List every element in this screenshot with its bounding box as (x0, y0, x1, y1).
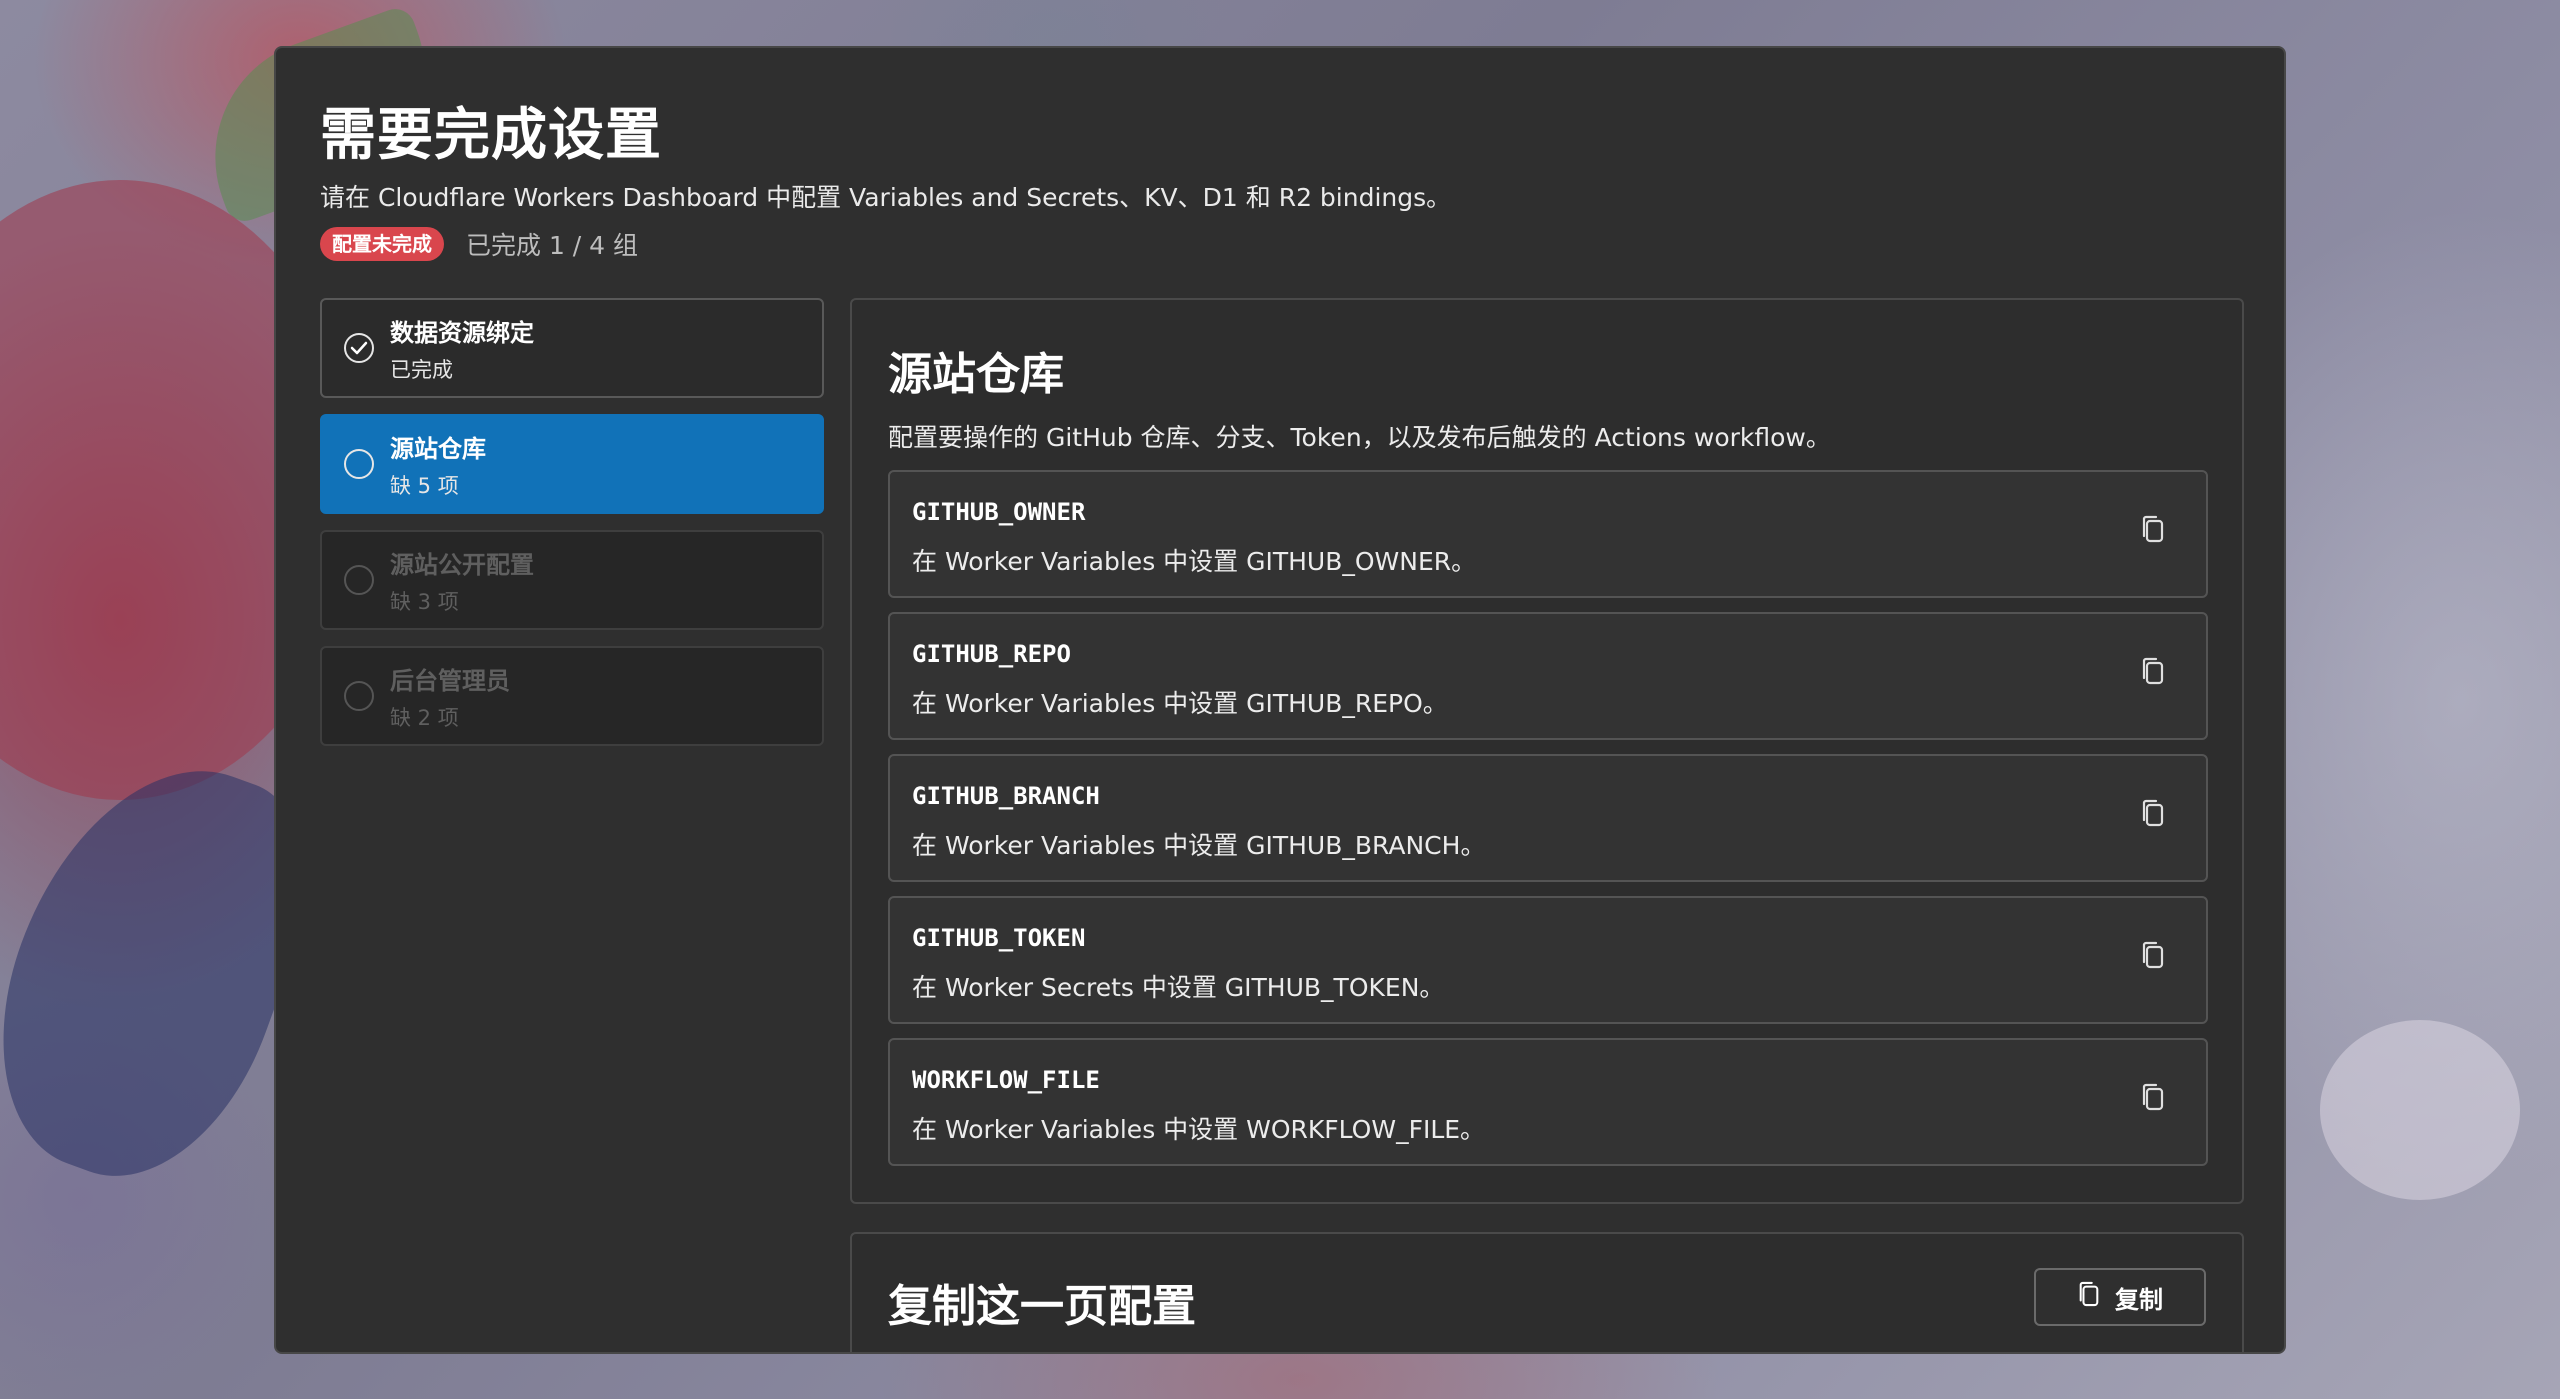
variable-card: GITHUB_OWNER 在 Worker Variables 中设置 GITH… (888, 470, 2208, 598)
circle-icon (344, 449, 374, 479)
copy-button-label: 复制 (2115, 1286, 2163, 1314)
copy-icon[interactable] (2140, 798, 2166, 828)
step-content: 源站仓库 配置要操作的 GitHub 仓库、分支、Token，以及发布后触发的 … (850, 298, 2244, 1204)
sidebar-item-status: 缺 3 项 (390, 589, 459, 614)
variable-card: GITHUB_TOKEN 在 Worker Secrets 中设置 GITHUB… (888, 896, 2208, 1024)
variable-name: GITHUB_BRANCH (912, 782, 1100, 810)
sidebar-item-title: 源站仓库 (390, 434, 486, 463)
copy-icon (2077, 1280, 2101, 1315)
copy-button[interactable]: 复制 (2034, 1268, 2206, 1326)
setup-panel: 需要完成设置 请在 Cloudflare Workers Dashboard 中… (274, 46, 2286, 1354)
copy-icon[interactable] (2140, 940, 2166, 970)
variable-name: GITHUB_TOKEN (912, 924, 1086, 952)
copy-icon[interactable] (2140, 514, 2166, 544)
variable-description: 在 Worker Variables 中设置 WORKFLOW_FILE。 (912, 1115, 1486, 1144)
variable-card: GITHUB_BRANCH 在 Worker Variables 中设置 GIT… (888, 754, 2208, 882)
check-circle-icon (344, 333, 374, 363)
copy-icon[interactable] (2140, 1082, 2166, 1112)
sidebar-item-admin[interactable]: 后台管理员 缺 2 项 (320, 646, 824, 746)
sidebar-item-status: 已完成 (390, 357, 453, 382)
variable-description: 在 Worker Variables 中设置 GITHUB_OWNER。 (912, 547, 1477, 576)
variable-card: WORKFLOW_FILE 在 Worker Variables 中设置 WOR… (888, 1038, 2208, 1166)
variable-list: GITHUB_OWNER 在 Worker Variables 中设置 GITH… (888, 470, 2208, 1180)
background-mascot (2320, 1020, 2520, 1200)
variable-description: 在 Worker Variables 中设置 GITHUB_BRANCH。 (912, 831, 1486, 860)
copy-section-title: 复制这一页配置 (888, 1281, 1196, 1332)
circle-icon (344, 565, 374, 595)
copy-icon[interactable] (2140, 656, 2166, 686)
circle-icon (344, 681, 374, 711)
section-description: 配置要操作的 GitHub 仓库、分支、Token，以及发布后触发的 Actio… (888, 423, 1831, 452)
status-badge: 配置未完成 (320, 227, 444, 261)
page-title: 需要完成设置 (320, 103, 662, 168)
sidebar-item-status: 缺 2 项 (390, 705, 459, 730)
copy-config-section: 复制这一页配置 复制 (850, 1232, 2244, 1352)
variable-name: GITHUB_REPO (912, 640, 1071, 668)
steps-sidebar: 数据资源绑定 已完成 源站仓库 缺 5 项 源站公开配置 缺 3 项 后台管理员… (320, 298, 824, 762)
sidebar-item-title: 源站公开配置 (390, 550, 534, 579)
variable-description: 在 Worker Variables 中设置 GITHUB_REPO。 (912, 689, 1448, 718)
variable-name: WORKFLOW_FILE (912, 1066, 1100, 1094)
sidebar-item-title: 后台管理员 (390, 666, 510, 695)
sidebar-item-title: 数据资源绑定 (390, 318, 534, 347)
sidebar-item-public-config[interactable]: 源站公开配置 缺 3 项 (320, 530, 824, 630)
section-title: 源站仓库 (888, 349, 1064, 400)
progress-text: 已完成 1 / 4 组 (466, 231, 639, 260)
variable-name: GITHUB_OWNER (912, 498, 1086, 526)
variable-card: GITHUB_REPO 在 Worker Variables 中设置 GITHU… (888, 612, 2208, 740)
sidebar-item-data-bindings[interactable]: 数据资源绑定 已完成 (320, 298, 824, 398)
variable-description: 在 Worker Secrets 中设置 GITHUB_TOKEN。 (912, 973, 1445, 1002)
sidebar-item-status: 缺 5 项 (390, 473, 459, 498)
page-subtitle: 请在 Cloudflare Workers Dashboard 中配置 Vari… (320, 183, 1452, 212)
status-row: 配置未完成 已完成 1 / 4 组 (320, 226, 638, 262)
sidebar-item-source-repo[interactable]: 源站仓库 缺 5 项 (320, 414, 824, 514)
